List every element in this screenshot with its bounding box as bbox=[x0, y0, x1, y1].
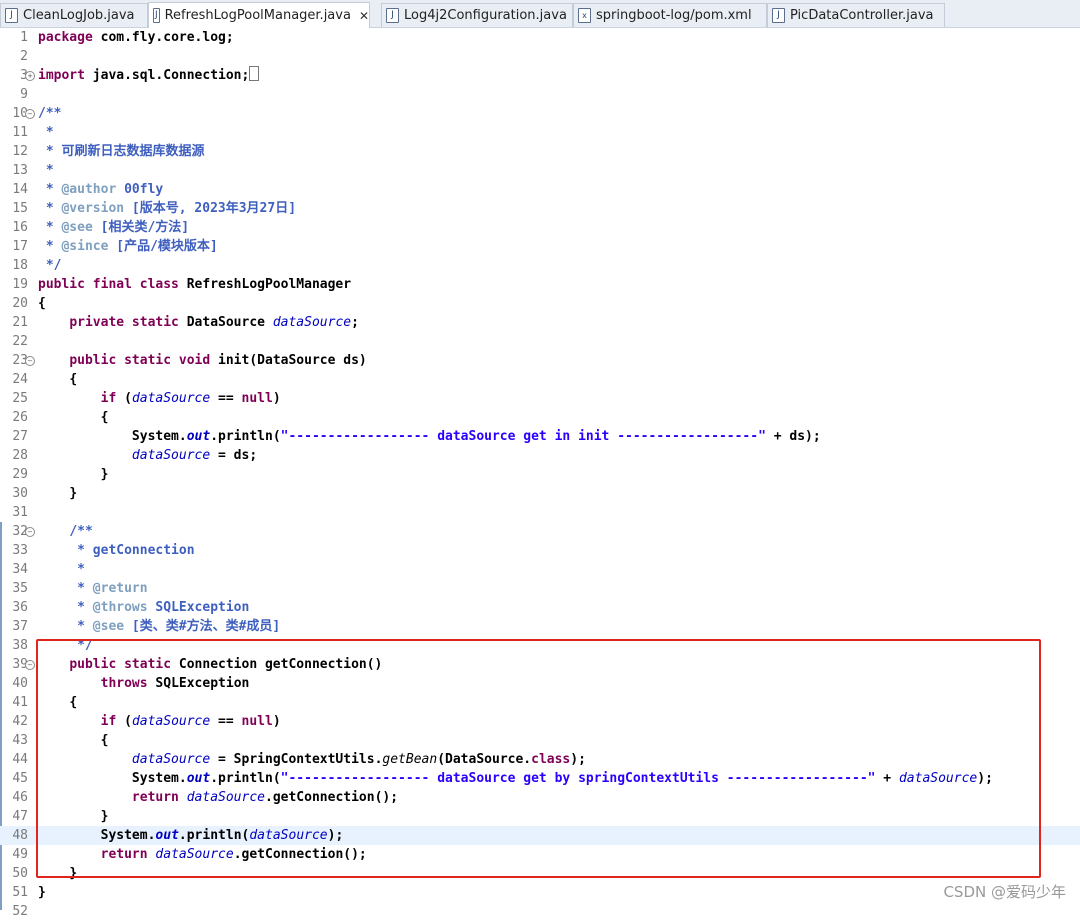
tab-label: CleanLogJob.java bbox=[23, 8, 135, 23]
close-icon[interactable]: ✕ bbox=[359, 9, 369, 23]
code-line: 33 * getConnection bbox=[12, 543, 195, 558]
code-line: 3 + import java.sql.Connection; bbox=[0, 66, 1080, 85]
code-line: 19 public final class RefreshLogPoolMana… bbox=[12, 277, 352, 292]
code-line: 40 throws SQLException bbox=[12, 676, 250, 691]
code-line: 39 − public static Connection getConnect… bbox=[12, 657, 383, 672]
xml-file-icon: x bbox=[578, 8, 591, 23]
code-line: 9 bbox=[20, 87, 28, 102]
code-line: 12 * 可刷新日志数据库数据源 bbox=[12, 144, 205, 159]
editor-tab-bar: J CleanLogJob.java J RefreshLogPoolManag… bbox=[0, 0, 1080, 28]
code-line: 23 − public static void init(DataSource … bbox=[12, 353, 367, 368]
code-line: 44 dataSource = SpringContextUtils.getBe… bbox=[12, 752, 586, 767]
current-code-line: 48 System.out.println(dataSource); bbox=[0, 826, 1080, 845]
code-line: 22 bbox=[12, 334, 28, 349]
code-line: 46 return dataSource.getConnection(); bbox=[12, 790, 399, 805]
code-line: 24 { bbox=[12, 372, 78, 387]
code-line: 28 dataSource = ds; bbox=[12, 448, 258, 463]
code-line: 36 * @throws SQLException bbox=[12, 600, 250, 615]
tab-label: Log4j2Configuration.java bbox=[404, 8, 567, 23]
code-line: 27 System.out.println("-----------------… bbox=[12, 429, 821, 444]
code-line: 29 } bbox=[12, 467, 109, 482]
java-file-icon: J bbox=[772, 8, 785, 23]
code-line: 35 * @return bbox=[12, 581, 148, 596]
code-line: 50 } bbox=[12, 866, 78, 881]
folded-imports-marker bbox=[249, 66, 260, 81]
code-line: 1 package com.fly.core.log; bbox=[20, 30, 234, 45]
code-line: 30 } bbox=[12, 486, 78, 501]
java-file-icon: J bbox=[153, 8, 160, 23]
tab-refreshlogpoolmanager[interactable]: J RefreshLogPoolManager.java ✕ bbox=[148, 2, 370, 28]
collapse-fold-icon[interactable]: − bbox=[25, 660, 35, 670]
code-line: 14 * @author 00fly bbox=[12, 182, 164, 197]
code-line: 52 bbox=[12, 904, 28, 919]
code-line: 21 private static DataSource dataSource; bbox=[12, 315, 359, 330]
collapse-fold-icon[interactable]: − bbox=[25, 109, 35, 119]
tab-cleanlogjob[interactable]: J CleanLogJob.java bbox=[0, 3, 148, 27]
code-line: 25 if (dataSource == null) bbox=[12, 391, 281, 406]
code-line: 41 { bbox=[12, 695, 78, 710]
collapse-fold-icon[interactable]: − bbox=[25, 527, 35, 537]
code-line: 47 } bbox=[12, 809, 109, 824]
code-line: 32 − /** bbox=[12, 524, 93, 539]
expand-fold-icon[interactable]: + bbox=[25, 71, 35, 81]
code-line: 2 bbox=[20, 49, 28, 64]
code-line: 38 */ bbox=[12, 638, 93, 653]
tab-picdatacontroller[interactable]: J PicDataController.java bbox=[767, 3, 945, 27]
tab-pom-xml[interactable]: x springboot-log/pom.xml bbox=[573, 3, 767, 27]
tab-label: springboot-log/pom.xml bbox=[596, 8, 752, 23]
code-editor[interactable]: 1 package com.fly.core.log; 2 3 + import… bbox=[0, 28, 1080, 919]
code-line: 26 { bbox=[12, 410, 109, 425]
code-line: 16 * @see [相关类/方法] bbox=[12, 220, 190, 235]
tab-log4j2configuration[interactable]: J Log4j2Configuration.java bbox=[381, 3, 573, 27]
code-line: 42 if (dataSource == null) bbox=[12, 714, 281, 729]
tab-label: PicDataController.java bbox=[790, 8, 934, 23]
code-line: 31 bbox=[12, 505, 28, 520]
watermark: CSDN @爱码少年 bbox=[943, 881, 1066, 902]
java-file-icon: J bbox=[386, 8, 399, 23]
java-file-icon: J bbox=[5, 8, 18, 23]
tab-label: RefreshLogPoolManager.java bbox=[164, 8, 351, 23]
code-line: 17 * @since [产品/模块版本] bbox=[12, 239, 218, 254]
code-line: 13 * bbox=[12, 163, 54, 178]
code-line: 18 */ bbox=[12, 258, 62, 273]
code-line: 11 * bbox=[12, 125, 54, 140]
collapse-fold-icon[interactable]: − bbox=[25, 356, 35, 366]
code-line: 43 { bbox=[12, 733, 109, 748]
code-line: 20 { bbox=[12, 296, 46, 311]
code-line: 45 System.out.println("-----------------… bbox=[12, 771, 993, 786]
code-line: 34 * bbox=[12, 562, 85, 577]
code-line: 10 − /** bbox=[12, 106, 62, 121]
code-line: 37 * @see [类、类#方法、类#成员] bbox=[12, 619, 281, 634]
code-line: 15 * @version [版本号, 2023年3月27日] bbox=[12, 201, 297, 216]
code-line: 51 } bbox=[12, 885, 46, 900]
code-line: 49 return dataSource.getConnection(); bbox=[12, 847, 367, 862]
